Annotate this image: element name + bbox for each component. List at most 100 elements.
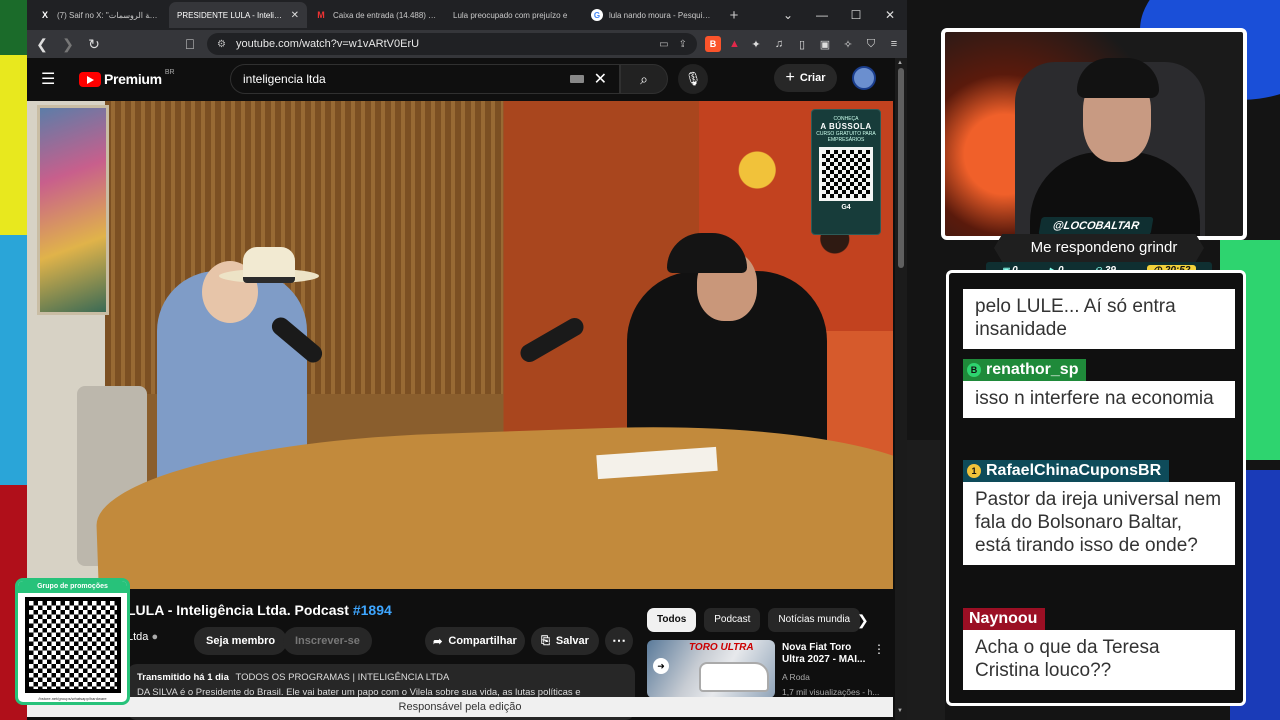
join-button[interactable]: Seja membro [194, 627, 288, 655]
arrow-icon: ➜ [653, 658, 669, 674]
qr-code-icon [819, 147, 873, 201]
voice-search-button[interactable]: 🎙 [678, 64, 708, 94]
search-value: inteligencia ltda [243, 72, 326, 86]
close-tab-icon[interactable]: ✕ [291, 10, 299, 21]
scroll-down-icon[interactable]: ▼ [897, 708, 903, 714]
share-button[interactable]: ➦ Compartilhar [425, 627, 525, 655]
webcam-feed [941, 28, 1247, 240]
close-window-icon[interactable]: ✕ [873, 8, 907, 22]
tab-youtube-active[interactable]: ▶ PRESIDENTE LULA - Inteligência Ltda ✕ [169, 2, 307, 28]
search-button[interactable]: ⌕ [620, 64, 668, 94]
verified-icon: ● [151, 631, 159, 643]
brave-shields-icon[interactable]: B [705, 36, 721, 52]
extensions-icon[interactable]: ✦ [749, 38, 763, 51]
cast-icon[interactable]: ▭ [659, 39, 668, 50]
chip-world-news[interactable]: Notícias mundia [768, 608, 861, 632]
search-input[interactable]: inteligencia ltda ✕ [230, 64, 620, 94]
site-info-icon[interactable]: ⚙ [217, 39, 226, 50]
create-button[interactable]: + Criar [774, 64, 837, 92]
extension-icons: ✦ ♫ ▯ ▣ ✧ ⛉ ≡ [749, 38, 901, 51]
video-thumbnail[interactable]: TORO ULTRA ➜ [647, 640, 775, 698]
browser-window: X (7) Saif no X: "بطاقة الروسمات" ▶ PRES… [27, 0, 907, 720]
tab-youtube-2[interactable]: ▶ Lula preocupado com prejuízo e [445, 2, 583, 28]
channel-name-text: Ltda [127, 631, 149, 643]
page-scrollbar[interactable]: ▲ ▼ [895, 58, 907, 720]
tab-title: Lula preocupado com prejuízo e [453, 10, 568, 20]
chat-panel: pelo LULE... Aí só entra insanidade B re… [946, 270, 1246, 706]
painting [37, 105, 109, 315]
microphone-icon: 🎙 [684, 71, 702, 86]
media-icon[interactable]: ♫ [772, 38, 786, 51]
kebab-menu-icon[interactable]: ⋮ [873, 642, 885, 656]
plus-icon: + [785, 69, 795, 86]
youtube-header: ☰ Premium BR inteligencia ltda ✕ ⌕ 🎙 + C… [27, 58, 895, 100]
menu-icon[interactable]: ≡ [887, 38, 901, 51]
bookmark-icon[interactable]: ⎕ [181, 36, 199, 53]
new-tab-button[interactable]: + [721, 7, 747, 24]
avatar[interactable] [852, 66, 876, 90]
create-label: Criar [799, 72, 826, 84]
back-arrow-icon[interactable]: ❮ [33, 36, 51, 53]
leo-ai-icon[interactable]: ✧ [841, 38, 855, 51]
video-player[interactable]: CONHEÇA A BÚSSOLA CURSO GRATUITO PARA EM… [27, 101, 893, 589]
qr-footer: /bstore.net/groups/whatsapp/hardware [38, 696, 107, 701]
search-icon: ⌕ [640, 71, 648, 87]
recommended-views: 1,7 mil visualizações - h... [782, 687, 880, 697]
chat-message: pelo LULE... Aí só entra insanidade [963, 289, 1235, 349]
chip-all[interactable]: Todos [647, 608, 697, 632]
thumbnail-brand: TORO ULTRA [689, 642, 754, 653]
chip-podcast[interactable]: Podcast [704, 608, 761, 632]
tab-bar: X (7) Saif no X: "بطاقة الروسمات" ▶ PRES… [27, 0, 907, 30]
more-actions-button[interactable]: ⋯ [605, 627, 633, 655]
stream-date: Transmitido há 1 dia [137, 672, 229, 683]
google-icon: G [591, 9, 603, 21]
tab-search-icon[interactable]: ⌄ [771, 8, 805, 22]
youtube-logo[interactable]: Premium BR [79, 69, 175, 87]
vpn-icon[interactable]: ⛉ [864, 38, 878, 51]
scroll-up-icon[interactable]: ▲ [897, 60, 903, 66]
chevron-right-icon[interactable]: ❯ [857, 612, 869, 629]
subscribe-button[interactable]: Inscrever-se [283, 627, 372, 655]
save-button[interactable]: ⎘ Salvar [531, 627, 599, 655]
promo-line2: A BÚSSOLA [820, 122, 872, 131]
logo-text: Premium [104, 71, 162, 87]
chat-message: 1 RafaelChinaCuponsBR Pastor da ireja un… [963, 460, 1235, 565]
panama-hat [219, 247, 319, 287]
chat-message-text: isso n interfere na economia [963, 381, 1235, 418]
hamburger-menu-icon[interactable]: ☰ [41, 69, 67, 89]
sidebar-icon[interactable]: ▯ [795, 38, 809, 51]
chat-username: B renathor_sp [963, 359, 1087, 381]
status-bar: Responsável pela edição [27, 697, 893, 717]
share-label: Compartilhar [448, 635, 517, 647]
microphone-right [517, 314, 587, 366]
streamer-handle: @LOCOBALTAR [1038, 217, 1154, 235]
brave-rewards-icon[interactable]: ▲ [729, 38, 740, 50]
tab-google[interactable]: G lula nando moura - Pesquisa Go [583, 2, 721, 28]
minimize-icon[interactable]: — [805, 8, 839, 22]
scrollbar-thumb[interactable] [898, 68, 904, 268]
tab-gmail[interactable]: M Caixa de entrada (14.488) - theb [307, 2, 445, 28]
episode-hashtag[interactable]: #1894 [353, 602, 392, 618]
qr-code-icon [24, 597, 121, 693]
wallet-icon[interactable]: ▣ [818, 38, 832, 51]
tab-x[interactable]: X (7) Saif no X: "بطاقة الروسمات" [31, 2, 169, 28]
share-page-icon[interactable]: ⇪ [679, 39, 687, 50]
sponsor-qr-promo[interactable]: CONHEÇA A BÚSSOLA CURSO GRATUITO PARA EM… [811, 109, 881, 235]
tab-title: Caixa de entrada (14.488) - theb [333, 10, 437, 20]
clear-search-icon[interactable]: ✕ [594, 69, 607, 89]
youtube-page: ☰ Premium BR inteligencia ltda ✕ ⌕ 🎙 + C… [27, 58, 895, 720]
channel-name[interactable]: Ltda ● [127, 631, 158, 643]
maximize-icon[interactable]: ☐ [839, 8, 873, 22]
recommended-video[interactable]: TORO ULTRA ➜ Nova Fiat Toro Ultra 2027 -… [647, 640, 887, 700]
forward-arrow-icon[interactable]: ❯ [59, 36, 77, 53]
chat-message-text: Acha o que da Teresa Cristina louco?? [963, 630, 1235, 690]
car-image [699, 662, 769, 692]
tab-title: lula nando moura - Pesquisa Go [609, 10, 713, 20]
address-bar[interactable]: ⚙ youtube.com/watch?v=w1vARtV0ErU ▭ ⇪ [207, 33, 697, 55]
video-title: LULA - Inteligência Ltda. Podcast #1894 [127, 602, 392, 618]
reload-icon[interactable]: ↻ [85, 36, 103, 53]
chat-username: 1 RafaelChinaCuponsBR [963, 460, 1170, 482]
keyboard-icon[interactable] [569, 75, 584, 83]
window-controls: ⌄ — ☐ ✕ [771, 8, 907, 22]
promo-line3: CURSO GRATUITO PARA EMPRESÁRIOS [816, 131, 876, 143]
